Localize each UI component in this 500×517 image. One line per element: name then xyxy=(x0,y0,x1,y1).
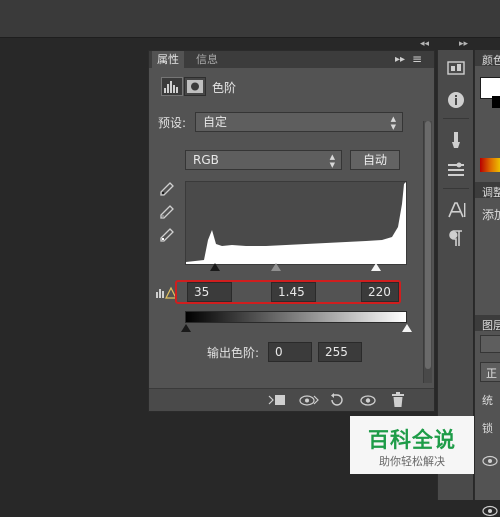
output-black-slider[interactable] xyxy=(181,324,191,332)
input-white-field[interactable]: 220 xyxy=(361,282,399,302)
panel-expand-icon[interactable]: ▸▸ xyxy=(395,51,405,68)
options-bar xyxy=(0,0,500,38)
reset-icon[interactable] xyxy=(328,393,346,408)
layers-panel-title[interactable]: 图层 xyxy=(482,317,500,333)
unify-label: 统 xyxy=(482,394,493,407)
clip-icon xyxy=(156,286,177,299)
right-panel: 颜色 调整 添加 图层 正 统 锁 xyxy=(474,50,500,517)
brush-icon[interactable] xyxy=(445,130,467,150)
tab-info[interactable]: 信息 xyxy=(191,51,223,68)
adjustment-title: 色阶 xyxy=(212,81,237,95)
scrollbar-thumb[interactable] xyxy=(425,121,431,369)
histogram-shape xyxy=(186,182,406,264)
chevron-updown-icon: ▲ ▼ xyxy=(390,115,396,131)
output-white-field[interactable]: 255 xyxy=(318,342,362,362)
output-levels-label: 输出色阶: xyxy=(207,346,260,360)
input-black-slider[interactable] xyxy=(210,263,220,271)
preset-dropdown[interactable]: 自定 ▲ ▼ xyxy=(195,112,403,132)
input-white-slider[interactable] xyxy=(371,263,381,271)
input-black-field[interactable]: 35 xyxy=(187,282,232,302)
histogram xyxy=(185,181,407,265)
watermark-subtitle: 助你轻松解决 xyxy=(379,455,445,468)
levels-icon[interactable] xyxy=(161,77,183,96)
color-ramp[interactable] xyxy=(480,158,500,172)
chevron-updown-icon: ▲ ▼ xyxy=(329,153,335,169)
brush-presets-icon[interactable] xyxy=(445,160,467,180)
eye-icon[interactable] xyxy=(359,393,377,408)
color-panel-title[interactable]: 颜色 xyxy=(482,52,500,68)
add-adjustment-label: 添加 xyxy=(482,208,500,222)
strip-divider xyxy=(443,188,469,189)
adjustments-panel-title[interactable]: 调整 xyxy=(482,184,500,200)
channel-value: RGB xyxy=(193,153,219,167)
view-previous-icon[interactable] xyxy=(298,393,320,408)
preset-label: 预设: xyxy=(158,116,187,130)
panel-tab-bar: 属性 信息 ▸▸ ≡ xyxy=(149,51,434,68)
type-icon[interactable] xyxy=(445,200,467,220)
lock-label: 锁 xyxy=(482,422,493,435)
info-icon[interactable] xyxy=(445,90,467,110)
background-color-swatch[interactable] xyxy=(492,96,500,108)
trash-icon[interactable] xyxy=(391,392,405,408)
black-point-eyedropper-icon[interactable] xyxy=(159,181,175,197)
panel-bottom-toolbar xyxy=(149,388,434,411)
properties-panel-icon[interactable] xyxy=(445,58,467,78)
clip-to-layer-icon[interactable] xyxy=(267,393,287,408)
layer-visibility-eye-icon[interactable] xyxy=(482,455,498,467)
auto-button[interactable]: 自动 xyxy=(350,150,400,170)
panel-scrollbar[interactable] xyxy=(423,121,432,383)
layer-filter-search-icon[interactable] xyxy=(480,335,500,353)
preset-value: 自定 xyxy=(203,115,228,129)
strip-collapse-icon[interactable]: ▸▸ xyxy=(459,39,468,49)
output-gradient xyxy=(185,311,407,323)
tab-properties[interactable]: 属性 xyxy=(152,51,184,68)
paragraph-icon[interactable] xyxy=(445,228,467,248)
channel-dropdown[interactable]: RGB ▲ ▼ xyxy=(185,150,342,170)
watermark-title: 百科全说 xyxy=(368,428,456,452)
blend-mode-dropdown[interactable]: 正 xyxy=(480,362,500,382)
input-gamma-field[interactable]: 1.45 xyxy=(271,282,316,302)
mask-icon[interactable] xyxy=(184,77,206,96)
panel-collapse-icon[interactable]: ◂◂ xyxy=(420,39,429,49)
output-white-slider[interactable] xyxy=(402,324,412,332)
layer-visibility-eye-icon[interactable] xyxy=(482,505,498,517)
input-gamma-slider[interactable] xyxy=(271,263,281,271)
properties-panel: 属性 信息 ▸▸ ≡ 色阶 预设: 自定 ▲ ▼ RGB ▲ ▼ 自动 35 1… xyxy=(148,50,435,412)
panel-menu-icon[interactable]: ≡ xyxy=(412,51,422,68)
gray-point-eyedropper-icon[interactable] xyxy=(159,204,175,220)
white-point-eyedropper-icon[interactable] xyxy=(159,227,175,243)
blend-mode-value: 正 xyxy=(486,367,497,380)
strip-divider xyxy=(443,118,469,119)
output-black-field[interactable]: 0 xyxy=(268,342,312,362)
watermark: 百科全说 助你轻松解决 xyxy=(350,416,474,474)
